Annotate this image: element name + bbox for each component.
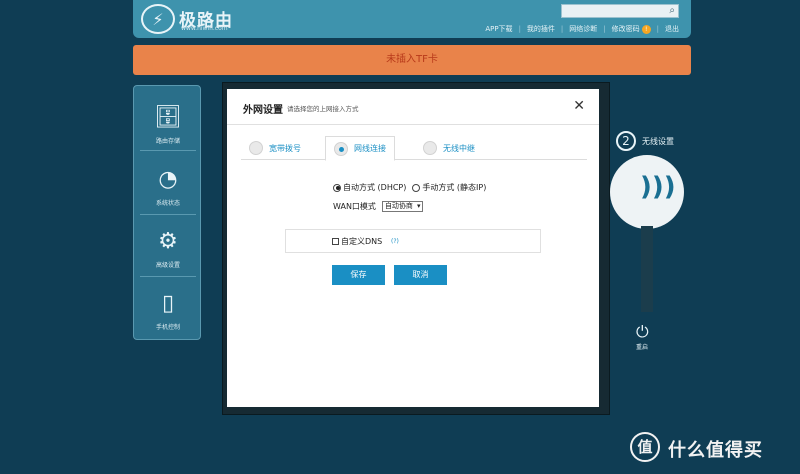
dns-help-icon[interactable]: (?)	[391, 238, 399, 245]
tab-wireless-repeater[interactable]: 无线中继	[415, 136, 483, 160]
warning-badge: !	[641, 25, 651, 34]
link-logout[interactable]: 退出	[665, 24, 679, 34]
wifi-icon: )))	[640, 172, 676, 202]
ip-mode-row: 自动方式 (DHCP) 手动方式 (静态IP)	[333, 182, 486, 193]
gear-icon: ⚙	[158, 229, 178, 254]
radio-icon	[334, 141, 348, 156]
dialog-subtitle: 请选择您的上网接入方式	[287, 105, 359, 113]
dialog-title: 外网设置	[243, 105, 283, 116]
tab-label: 宽带拨号	[269, 143, 301, 153]
search-input[interactable]: ⌕	[561, 4, 679, 18]
dialog-header: 外网设置 请选择您的上网接入方式 ✕	[227, 89, 599, 125]
sidebar: 🗄 路由存储 ◔ 系统状态 ⚙ 高级设置 ▯ 手机控制	[133, 85, 201, 340]
wan-mode-label: WAN口模式	[333, 202, 376, 211]
cancel-button[interactable]: 取消	[394, 265, 447, 285]
top-links: APP下载 | 我的插件 | 网络诊断 | 修改密码! | 退出	[485, 24, 679, 34]
sidebar-item-advanced[interactable]: ⚙ 高级设置	[134, 218, 202, 278]
activity-icon: ◔	[158, 167, 178, 192]
step-number: 2	[616, 131, 636, 151]
watermark-logo-icon: 值	[630, 432, 660, 462]
link-network-diagnose[interactable]: 网络诊断	[569, 24, 597, 34]
sidebar-item-mobile[interactable]: ▯ 手机控制	[134, 280, 202, 340]
tab-label: 无线中继	[443, 143, 475, 153]
watermark-text: 什么值得买	[668, 440, 763, 461]
brand-logo-icon[interactable]: ⚡	[141, 4, 175, 34]
tab-pppoe[interactable]: 宽带拨号	[241, 136, 309, 160]
chevron-down-icon: ▾	[416, 202, 421, 210]
wan-settings-dialog: 外网设置 请选择您的上网接入方式 ✕ 宽带拨号 网线连接 无线中继 自动方式 (…	[227, 89, 599, 407]
step-label[interactable]: 无线设置	[642, 136, 674, 147]
wan-mode-select[interactable]: 自动协商 ▾	[381, 201, 424, 212]
brand-url: www.hiwifi.com	[181, 25, 228, 32]
radio-icon	[249, 141, 263, 155]
database-icon: 🗄	[154, 105, 182, 130]
link-change-password[interactable]: 修改密码!	[612, 24, 651, 34]
custom-dns-checkbox[interactable]: 自定义DNS	[332, 236, 382, 247]
search-icon[interactable]: ⌕	[669, 5, 675, 16]
sidebar-item-label: 系统状态	[155, 200, 180, 207]
sidebar-item-storage[interactable]: 🗄 路由存储	[134, 94, 202, 154]
connection-tabs: 宽带拨号 网线连接 无线中继	[241, 136, 587, 161]
sidebar-item-label: 高级设置	[155, 262, 180, 269]
power-icon[interactable]: ⏻	[636, 322, 649, 342]
dns-section: 自定义DNS (?)	[285, 229, 541, 253]
tab-cable[interactable]: 网线连接	[325, 136, 395, 161]
link-app-download[interactable]: APP下载	[485, 24, 512, 34]
wan-mode-row: WAN口模式 自动协商 ▾	[333, 201, 424, 212]
radio-static-ip[interactable]: 手动方式 (静态IP)	[412, 182, 486, 193]
sidebar-item-label: 路由存储	[155, 138, 180, 145]
sidebar-item-label: 手机控制	[155, 324, 180, 331]
sidebar-item-status[interactable]: ◔ 系统状态	[134, 156, 202, 216]
save-button[interactable]: 保存	[332, 265, 385, 285]
phone-icon: ▯	[161, 291, 175, 316]
link-my-plugins[interactable]: 我的插件	[527, 24, 555, 34]
radio-icon	[423, 141, 437, 155]
antenna-illustration	[641, 226, 653, 312]
tab-label: 网线连接	[354, 144, 386, 153]
radio-dhcp[interactable]: 自动方式 (DHCP)	[333, 182, 406, 193]
restart-label[interactable]: 重启	[636, 342, 648, 351]
top-header: ⚡ 极路由 www.hiwifi.com ⌕ APP下载 | 我的插件 | 网络…	[133, 0, 691, 38]
close-icon[interactable]: ✕	[573, 98, 585, 114]
tf-card-alert: 未插入TF卡	[133, 45, 691, 75]
